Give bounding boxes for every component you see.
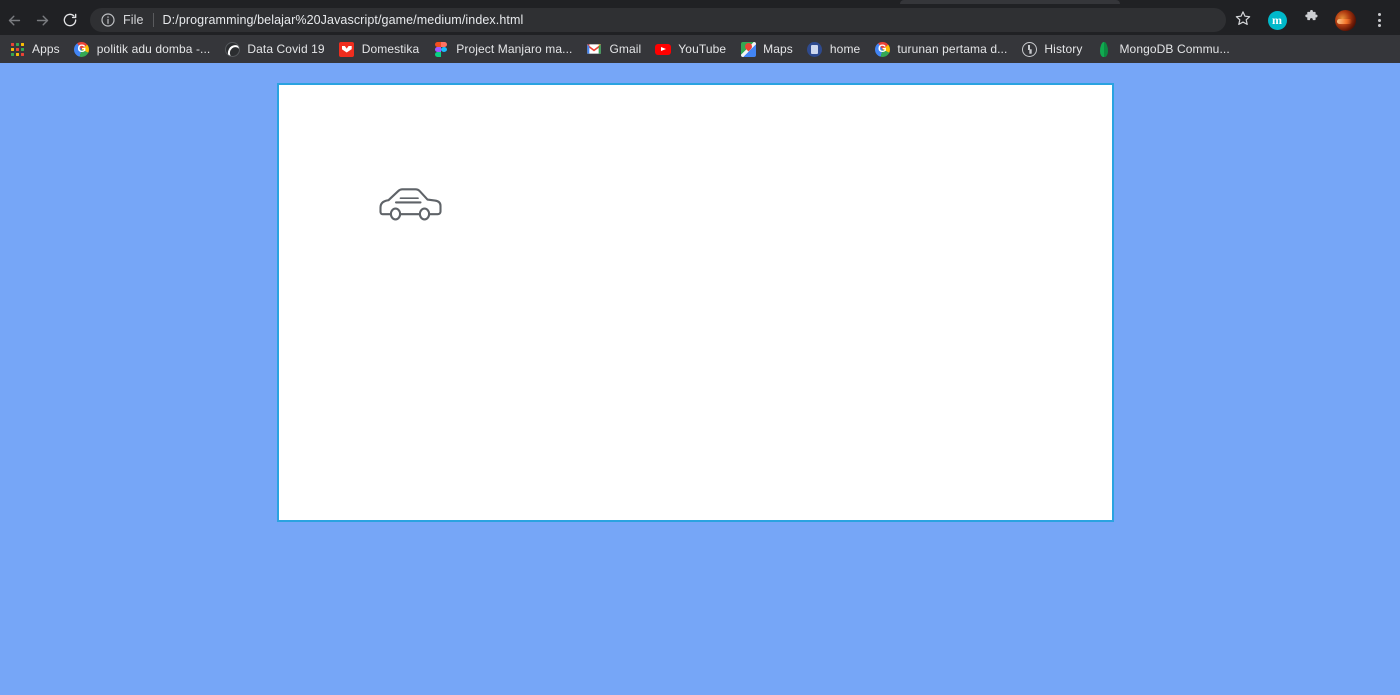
account-badge-button[interactable]: m <box>1263 6 1291 34</box>
url-scheme-label: File <box>123 13 144 27</box>
bookmark-label: YouTube <box>678 42 727 56</box>
back-button[interactable] <box>0 6 28 34</box>
bookmark-item-gmail[interactable]: Gmail <box>582 38 649 60</box>
bookmark-label: turunan pertama d... <box>897 42 1008 56</box>
bookmark-item-turunan-pertama[interactable]: turunan pertama d... <box>870 38 1015 60</box>
omnibox-divider <box>152 13 154 27</box>
page-viewport <box>0 63 1400 695</box>
bookmark-item-mongodb-community[interactable]: MongoDB Commu... <box>1092 38 1237 60</box>
bookmark-label: History <box>1044 42 1083 56</box>
browser-tab[interactable] <box>900 0 1120 4</box>
url-text: D:/programming/belajar%20Javascript/game… <box>162 13 524 27</box>
mongodb-leaf-icon <box>1096 41 1112 57</box>
bookmark-label: Apps <box>32 42 60 56</box>
profile-button[interactable] <box>1331 6 1359 34</box>
bookmark-apps-button[interactable]: Apps <box>4 38 68 60</box>
bookmark-item-home[interactable]: home <box>803 38 868 60</box>
bookmark-star-button[interactable] <box>1229 6 1257 34</box>
star-icon <box>1235 10 1251 31</box>
arrow-left-icon <box>6 12 23 29</box>
youtube-icon <box>655 41 672 57</box>
address-bar[interactable]: File D:/programming/belajar%20Javascript… <box>90 8 1226 32</box>
browser-toolbar: File D:/programming/belajar%20Javascript… <box>0 5 1400 35</box>
bookmark-item-domestika[interactable]: Domestika <box>335 38 428 60</box>
home-site-icon <box>807 41 823 57</box>
reload-icon <box>62 12 78 28</box>
three-dot-menu-icon <box>1377 13 1381 27</box>
extensions-button[interactable] <box>1297 6 1325 34</box>
forward-button[interactable] <box>28 6 56 34</box>
account-avatar: m <box>1267 10 1287 30</box>
bookmark-item-youtube[interactable]: YouTube <box>651 38 734 60</box>
bookmark-item-history[interactable]: History <box>1017 38 1090 60</box>
apps-grid-icon <box>9 41 25 57</box>
reload-button[interactable] <box>56 6 84 34</box>
bookmark-label: Maps <box>763 42 793 56</box>
domestika-icon <box>339 41 355 57</box>
globe-icon <box>224 41 240 57</box>
bookmark-label: Gmail <box>609 42 642 56</box>
toolbar-actions: m <box>1226 6 1400 34</box>
game-canvas[interactable] <box>277 83 1114 522</box>
puzzle-piece-icon <box>1303 9 1320 31</box>
history-clock-icon <box>1021 41 1037 57</box>
bookmark-item-maps[interactable]: Maps <box>736 38 801 60</box>
google-icon <box>874 41 890 57</box>
car-sprite[interactable] <box>376 182 444 226</box>
chrome-menu-button[interactable] <box>1365 6 1393 34</box>
arrow-right-icon <box>34 12 51 29</box>
bookmark-label: Domestika <box>361 42 420 56</box>
figma-icon <box>433 41 449 57</box>
bookmark-label: Project Manjaro ma... <box>456 42 573 56</box>
avatar <box>1334 9 1356 31</box>
google-maps-icon <box>740 41 756 57</box>
bookmarks-bar: Apps politik adu domba -... Data Covid 1… <box>0 35 1400 63</box>
bookmark-label: politik adu domba -... <box>96 42 211 56</box>
info-circle-icon[interactable] <box>100 12 116 28</box>
google-icon <box>74 41 90 57</box>
bookmark-label: home <box>829 42 861 56</box>
bookmark-item-project-manjaro[interactable]: Project Manjaro ma... <box>429 38 580 60</box>
bookmark-label: Data Covid 19 <box>247 42 325 56</box>
bookmark-item-data-covid-19[interactable]: Data Covid 19 <box>220 38 332 60</box>
bookmark-label: MongoDB Commu... <box>1119 42 1230 56</box>
gmail-icon <box>586 41 602 57</box>
bookmark-item-politik-adu-domba[interactable]: politik adu domba -... <box>70 38 219 60</box>
